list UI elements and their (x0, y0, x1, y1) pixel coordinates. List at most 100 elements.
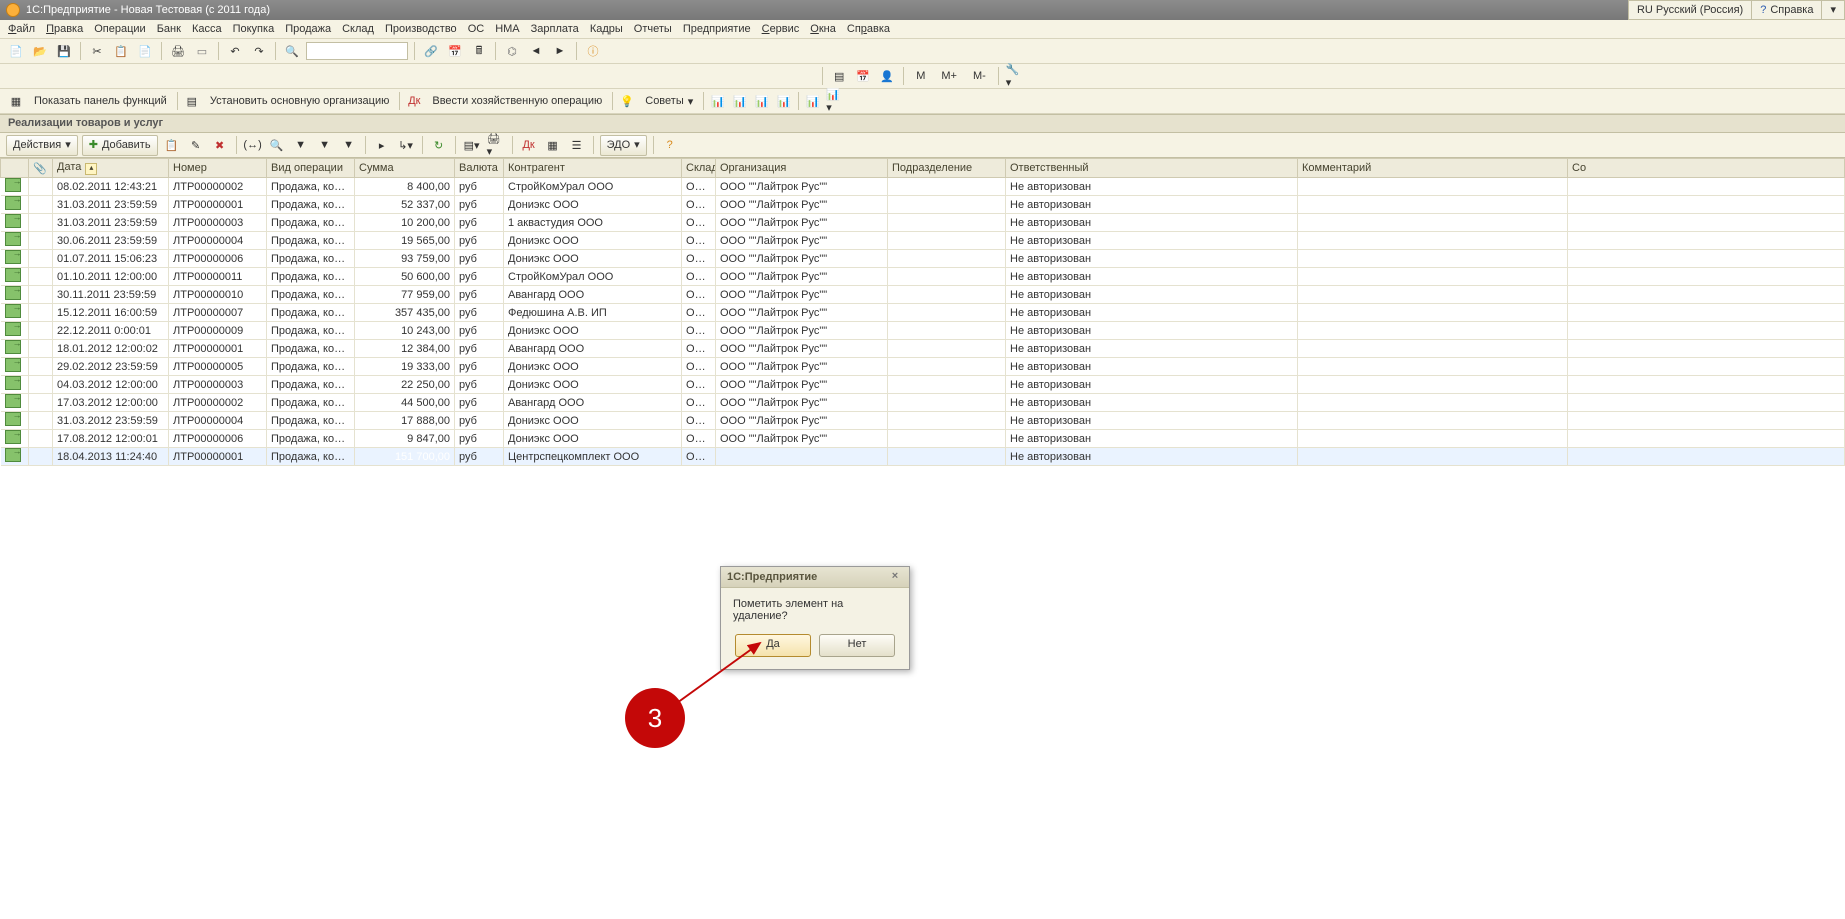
table-row[interactable]: 31.03.2011 23:59:59ЛТР00000001Продажа, к… (1, 196, 1845, 214)
col-organization[interactable]: Организация (716, 159, 888, 178)
table-row[interactable]: 08.02.2011 12:43:21ЛТР00000002Продажа, к… (1, 178, 1845, 196)
find-row-icon[interactable]: 🔍 (267, 135, 287, 155)
redo-icon[interactable]: ↷ (249, 41, 269, 61)
actions-dropdown[interactable]: Действия ▾ (6, 135, 78, 156)
edit-row-icon[interactable]: ✎ (186, 135, 206, 155)
search-input[interactable] (306, 42, 408, 60)
link-icon[interactable]: 🔗 (421, 41, 441, 61)
structure-icon[interactable]: ▦ (543, 135, 563, 155)
menu-file[interactable]: ФФайлайл (8, 20, 35, 38)
help-button[interactable]: ?Справка (1751, 0, 1822, 20)
advice-button[interactable]: Советы ▾ (639, 95, 699, 108)
table-row[interactable]: 22.12.2011 0:00:01ЛТР00000009Продажа, ко… (1, 322, 1845, 340)
col-department[interactable]: Подразделение (888, 159, 1006, 178)
show-panel-button[interactable]: Показать панель функций (28, 95, 173, 107)
enter-op-icon[interactable]: Дк (404, 91, 424, 111)
back-icon[interactable]: ◄ (526, 41, 546, 61)
table-row[interactable]: 15.12.2011 16:00:59ЛТР00000007Продажа, к… (1, 304, 1845, 322)
language-indicator[interactable]: RU Русский (Россия) (1628, 0, 1752, 20)
copy-row-icon[interactable]: 📋 (162, 135, 182, 155)
post-icon[interactable]: ▸ (372, 135, 392, 155)
based-on-icon[interactable]: ▤▾ (462, 135, 482, 155)
menu-nma[interactable]: НМА (495, 20, 519, 38)
list2-icon[interactable]: ☰ (567, 135, 587, 155)
col-number[interactable]: Номер (169, 159, 267, 178)
table-row[interactable]: 29.02.2012 23:59:59ЛТР00000005Продажа, к… (1, 358, 1845, 376)
dialog-no-button[interactable]: Нет (819, 634, 895, 657)
menu-salary[interactable]: Зарплата (531, 20, 579, 38)
table-row[interactable]: 01.10.2011 12:00:00ЛТР00000011Продажа, к… (1, 268, 1845, 286)
col-icon1[interactable] (1, 159, 29, 178)
menu-help[interactable]: Справка (847, 20, 890, 38)
menu-reports[interactable]: Отчеты (634, 20, 672, 38)
dialog-yes-button[interactable]: Да (735, 634, 811, 657)
paste-icon[interactable]: 📄 (135, 41, 155, 61)
move-icon[interactable]: ↳▾ (396, 135, 416, 155)
copy-icon[interactable]: 📋 (111, 41, 131, 61)
col-counterparty[interactable]: Контрагент (504, 159, 682, 178)
col-comment[interactable]: Комментарий (1298, 159, 1568, 178)
table-row[interactable]: 01.07.2011 15:06:23ЛТР00000006Продажа, к… (1, 250, 1845, 268)
print-form-icon[interactable]: 🖨▾ (486, 135, 506, 155)
report6-icon[interactable]: 📊▾ (825, 91, 845, 111)
new-doc-icon[interactable]: 📄 (6, 41, 26, 61)
advice-icon[interactable]: 💡 (617, 91, 637, 111)
col-responsible[interactable]: Ответственный (1006, 159, 1298, 178)
add-button[interactable]: ✚Добавить (82, 135, 158, 156)
refresh-icon[interactable]: ↻ (429, 135, 449, 155)
cut-icon[interactable]: ✂ (87, 41, 107, 61)
table-row[interactable]: 30.06.2011 23:59:59ЛТР00000004Продажа, к… (1, 232, 1845, 250)
report1-icon[interactable]: 📊 (708, 91, 728, 111)
table-row[interactable]: 18.04.2013 11:24:40ЛТР00000001Продажа, к… (1, 448, 1845, 466)
menu-hr[interactable]: Кадры (590, 20, 623, 38)
menu-cash[interactable]: Касса (192, 20, 222, 38)
menu-bank[interactable]: Банк (157, 20, 181, 38)
wrench-icon[interactable]: 🔧▾ (1005, 66, 1025, 86)
find-icon[interactable]: 🔍 (282, 41, 302, 61)
col-icon2[interactable]: 📎 (29, 159, 53, 178)
col-last[interactable]: Со (1568, 159, 1845, 178)
filter-off-icon[interactable]: ▼ (339, 135, 359, 155)
save-icon[interactable]: 💾 (54, 41, 74, 61)
enter-op-button[interactable]: Ввести хозяйственную операцию (426, 95, 608, 107)
calc-icon[interactable]: 🖩 (469, 41, 489, 61)
menu-sale[interactable]: Продажа (285, 20, 331, 38)
set-org-icon[interactable]: ▤ (182, 91, 202, 111)
memory-mminus[interactable]: M- (967, 70, 992, 82)
undo-icon[interactable]: ↶ (225, 41, 245, 61)
open-icon[interactable]: 📂 (30, 41, 50, 61)
menu-edit[interactable]: Правка (46, 20, 83, 38)
list-icon[interactable]: ▤ (829, 66, 849, 86)
menu-windows[interactable]: Окна (810, 20, 836, 38)
filter2-icon[interactable]: ▼ (315, 135, 335, 155)
dropdown-toggle[interactable]: ▾ (1821, 0, 1845, 20)
report2-icon[interactable]: 📊 (730, 91, 750, 111)
memory-m[interactable]: M (910, 70, 931, 82)
memory-mplus[interactable]: M+ (935, 70, 963, 82)
report4-icon[interactable]: 📊 (774, 91, 794, 111)
filter1-icon[interactable]: ▼ (291, 135, 311, 155)
info-icon[interactable]: ⓘ (583, 41, 603, 61)
menu-purchase[interactable]: Покупка (233, 20, 275, 38)
tree-icon[interactable]: ⌬ (502, 41, 522, 61)
edo-dropdown[interactable]: ЭДО ▾ (600, 135, 647, 156)
print-preview-icon[interactable]: ▭ (192, 41, 212, 61)
col-date[interactable]: Дата▴ (53, 159, 169, 178)
menu-production[interactable]: Производство (385, 20, 457, 38)
menu-enterprise[interactable]: Предприятие (683, 20, 751, 38)
help-list-icon[interactable]: ? (660, 135, 680, 155)
print-icon[interactable]: 🖨 (168, 41, 188, 61)
report5-icon[interactable]: 📊 (803, 91, 823, 111)
dk-icon[interactable]: Дк (519, 135, 539, 155)
table-row[interactable]: 17.08.2012 12:00:01ЛТР00000006Продажа, к… (1, 430, 1845, 448)
table-row[interactable]: 04.03.2012 12:00:00ЛТР00000003Продажа, к… (1, 376, 1845, 394)
table-row[interactable]: 31.03.2012 23:59:59ЛТР00000004Продажа, к… (1, 412, 1845, 430)
calendar-icon[interactable]: 📅 (445, 41, 465, 61)
set-org-button[interactable]: Установить основную организацию (204, 95, 396, 107)
menu-service[interactable]: Сервис (762, 20, 800, 38)
filter-period-icon[interactable]: (↔) (243, 135, 263, 155)
report3-icon[interactable]: 📊 (752, 91, 772, 111)
table-row[interactable]: 17.03.2012 12:00:00ЛТР00000002Продажа, к… (1, 394, 1845, 412)
menu-warehouse[interactable]: Склад (342, 20, 374, 38)
dialog-title-bar[interactable]: 1С:Предприятие × (721, 567, 909, 588)
